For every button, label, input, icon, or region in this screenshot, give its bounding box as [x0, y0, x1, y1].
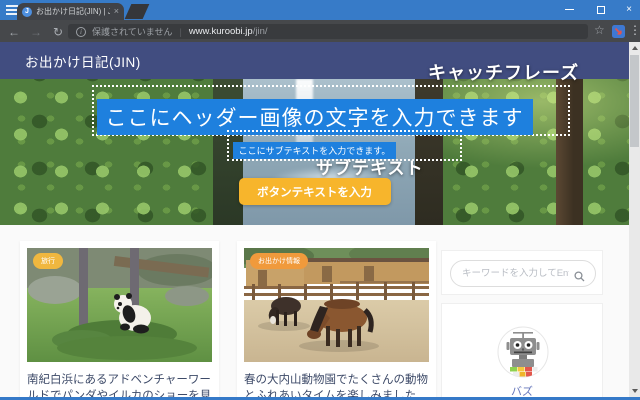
scrollbar-down-icon[interactable] [629, 385, 640, 397]
post-title[interactable]: 春の大内山動物園でたくさんの動物とふれあいタイムを楽しみました [244, 372, 429, 397]
web-page: お出かけ日記(JIN) キャッチフレーズ ここにヘッダー画像の文字を入力できます… [0, 42, 629, 397]
sidebar-profile-widget: バズ [441, 303, 603, 397]
url-host: www.kuroobi.jp [188, 26, 253, 37]
browser-tab[interactable]: J お出かけ日記(JIN) | Just a × [17, 3, 124, 20]
profile-name-link[interactable]: バズ [442, 383, 602, 397]
bookmark-star-icon[interactable]: ☆ [594, 23, 605, 37]
category-badge[interactable]: 旅行 [33, 253, 63, 269]
robot-avatar[interactable] [497, 326, 549, 378]
close-icon: × [626, 4, 632, 15]
scrollbar-thumb[interactable] [630, 55, 639, 147]
tab-title: お出かけ日記(JIN) | Just a [36, 7, 110, 16]
catchphrase-annotation: キャッチフレーズ [428, 63, 580, 83]
tab-favicon: J [22, 6, 32, 17]
back-icon[interactable]: ← [6, 24, 22, 39]
post-card-panda[interactable]: 旅行 南紀白浜にあるアドベンチャーワールドでパンダやイルカのショーを見てき [20, 241, 219, 397]
maximize-button[interactable] [588, 0, 614, 19]
extension-icon[interactable] [612, 25, 625, 43]
hero-subtext-row: ここにサブテキストを入力できます。 [0, 142, 629, 159]
menu-dots-icon[interactable]: ⋮ [629, 23, 640, 37]
site-title[interactable]: お出かけ日記(JIN) [25, 42, 141, 79]
search-icon[interactable] [574, 269, 585, 282]
hero-cta-button[interactable]: ボタンテキストを入力 [238, 178, 391, 205]
minimize-icon [564, 8, 574, 11]
tab-close-icon[interactable]: × [114, 7, 119, 16]
category-badge[interactable]: お出かけ情報 [250, 253, 308, 269]
subtext-annotation: サブテキスト [316, 159, 424, 178]
browser-titlebar: J お出かけ日記(JIN) | Just a × × [0, 0, 640, 20]
security-status: 保護されていません [92, 27, 173, 37]
sidebar-search-widget [441, 250, 603, 295]
scrollbar-up-icon[interactable] [629, 42, 640, 54]
info-icon[interactable]: i [76, 26, 86, 37]
omnibox-separator: | [179, 26, 182, 37]
url-path: /jin/ [252, 26, 268, 37]
post-card-zoo[interactable]: お出かけ情報 春の大内山動物園でたくさんの動物とふれあいタイムを楽しみました [237, 241, 436, 397]
post-title[interactable]: 南紀白浜にあるアドベンチャーワールドでパンダやイルカのショーを見てき [27, 372, 212, 397]
maximize-icon [597, 5, 605, 14]
scrollbar[interactable] [629, 42, 640, 398]
address-bar[interactable]: i 保護されていません | www.kuroobi.jp /jin/ [68, 24, 588, 39]
minimize-button[interactable] [556, 0, 582, 19]
new-tab-button[interactable] [124, 4, 150, 19]
close-button[interactable]: × [616, 0, 640, 19]
reload-icon[interactable]: ↻ [50, 24, 66, 39]
forward-icon[interactable]: → [28, 24, 44, 39]
